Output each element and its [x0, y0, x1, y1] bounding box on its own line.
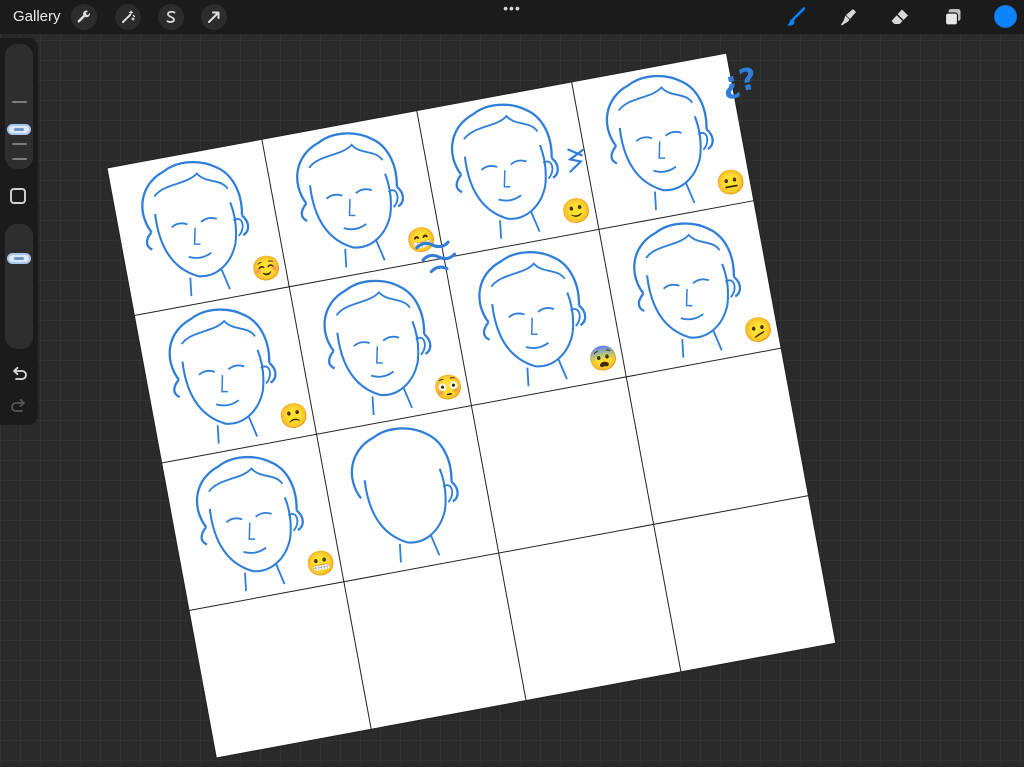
head-sketch — [343, 418, 470, 570]
sketch-panel[interactable]: 😨 — [469, 239, 621, 394]
sketch-panel[interactable]: 😁 — [287, 120, 439, 275]
expression-emoji: 😐 — [714, 167, 748, 199]
head-sketch — [469, 242, 598, 394]
grid-line — [261, 139, 372, 730]
expression-emoji: 😬 — [304, 548, 338, 580]
question-mark-annotation: ¿? — [719, 61, 760, 102]
slider-tick — [12, 158, 27, 160]
wavy-lines-annotation — [415, 240, 457, 274]
head-sketch — [159, 299, 288, 452]
head-sketch — [132, 152, 261, 304]
sketch-panel[interactable] — [343, 418, 470, 570]
head-sketch — [287, 123, 415, 275]
grid-line — [106, 167, 217, 759]
selection-icon[interactable] — [158, 4, 184, 30]
opacity-thumb[interactable] — [7, 253, 31, 264]
sketch-panel[interactable]: 😐 — [597, 63, 748, 218]
panel-grid — [106, 52, 837, 759]
grid-line — [725, 53, 837, 644]
transform-arrow-icon[interactable] — [201, 4, 227, 30]
sketch-panel[interactable]: 🙁 — [159, 296, 311, 452]
sketch-panel[interactable]: ☺️ — [132, 149, 284, 304]
expression-emoji: 😳 — [432, 372, 466, 404]
expression-emoji: 🙁 — [277, 401, 311, 433]
grid-line — [416, 110, 527, 701]
sketch-panel[interactable]: 😳 — [314, 268, 466, 423]
redo-arrow-icon[interactable] — [9, 396, 29, 416]
left-sidebar — [0, 38, 38, 425]
head-sketch — [187, 447, 315, 599]
eraser-icon[interactable] — [888, 5, 912, 29]
head-sketch — [624, 213, 753, 366]
grid-line — [216, 642, 836, 759]
head-sketch — [314, 270, 443, 423]
wrench-icon[interactable] — [71, 4, 97, 30]
brush-size-thumb[interactable] — [7, 124, 31, 135]
paper-sheet[interactable]: ☺️ 😁 🙂 😐 🙁 😳 😨 🫤 😬 ¿? — [106, 49, 860, 759]
head-sketch — [442, 94, 570, 247]
expression-emoji: ☺️ — [249, 253, 283, 285]
expression-emoji: 😁 — [404, 224, 438, 256]
expression-emoji: 🙂 — [559, 196, 593, 228]
head-sketch — [597, 66, 725, 218]
drawing-canvas[interactable]: ☺️ 😁 🙂 😐 🙁 😳 😨 🫤 😬 ¿? — [0, 0, 1024, 767]
grid-line — [571, 81, 682, 672]
expression-emoji: 😨 — [586, 343, 620, 375]
smudge-icon[interactable] — [836, 5, 860, 29]
sweat-mark-annotation — [567, 148, 584, 173]
sketch-panel[interactable]: 😬 — [187, 444, 338, 599]
grid-line — [161, 347, 782, 464]
brush-icon[interactable] — [784, 5, 808, 29]
gallery-button[interactable]: Gallery — [13, 8, 61, 25]
undo-arrow-icon[interactable] — [9, 364, 29, 384]
grid-line — [188, 495, 809, 611]
top-toolbar: Gallery ••• — [0, 0, 1024, 34]
grid-line — [106, 52, 727, 169]
modify-square-button[interactable] — [10, 188, 26, 204]
slider-tick — [12, 143, 27, 145]
slider-tick — [12, 101, 27, 103]
layers-icon[interactable] — [941, 5, 965, 29]
sketch-panel[interactable]: 🙂 — [442, 91, 594, 247]
magic-wand-icon[interactable] — [115, 4, 141, 30]
color-picker-button[interactable] — [994, 5, 1017, 28]
brush-size-slider[interactable] — [5, 44, 33, 169]
sketch-panel[interactable]: 🫤 — [624, 210, 776, 366]
paper-background — [107, 53, 836, 758]
grid-line — [134, 200, 754, 316]
opacity-slider[interactable] — [5, 224, 33, 349]
expression-emoji: 🫤 — [741, 315, 775, 347]
more-options-button[interactable]: ••• — [500, 1, 524, 15]
